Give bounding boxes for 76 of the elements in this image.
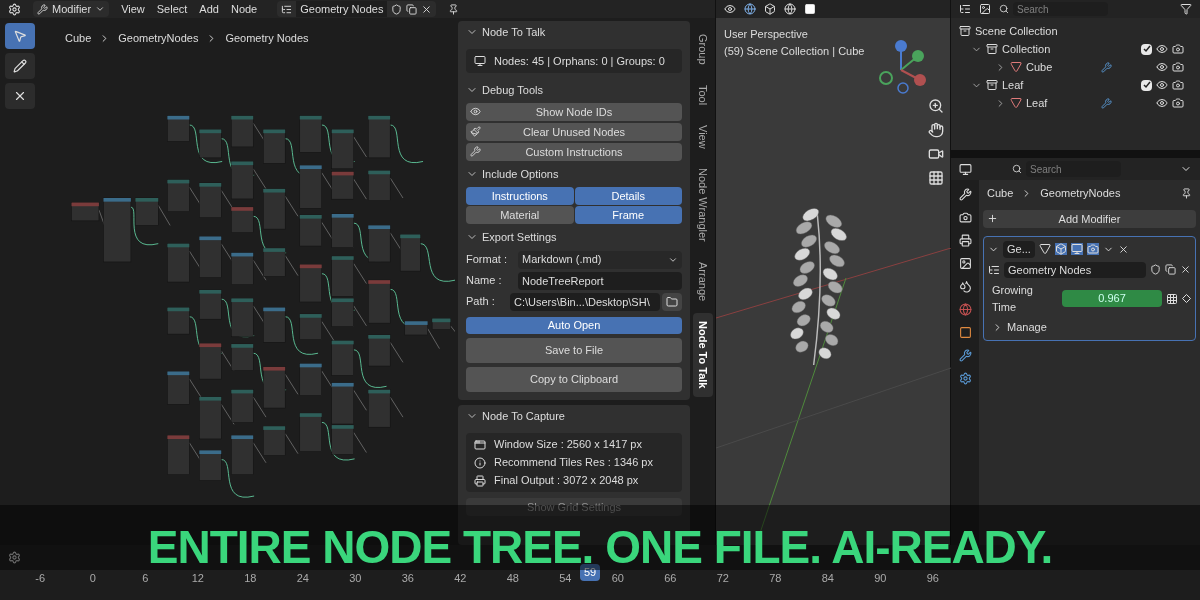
tool-button[interactable]: Custom Instructions bbox=[466, 143, 682, 161]
frame-tick: 12 bbox=[190, 571, 205, 586]
side-tab[interactable]: Group bbox=[692, 26, 713, 73]
breadcrumb-item[interactable]: Cube bbox=[987, 184, 1014, 202]
section-title[interactable]: Node To Talk bbox=[482, 23, 546, 41]
side-tab[interactable]: Tool bbox=[692, 76, 713, 113]
outliner-search-field[interactable]: Search bbox=[1013, 2, 1108, 16]
caption-text: ENTIRE NODE TREE. ONE FILE. AI-READY. bbox=[147, 527, 1053, 567]
frame-tick: 72 bbox=[715, 571, 730, 586]
action-button[interactable]: Copy to Clipboard bbox=[466, 367, 682, 392]
path-field[interactable]: C:\Users\Bin...\Desktop\SH\ bbox=[510, 292, 660, 311]
frame-tick: 24 bbox=[295, 571, 310, 586]
frame-tick: 36 bbox=[400, 571, 415, 586]
breadcrumb-item[interactable]: Cube bbox=[65, 30, 92, 47]
outliner-item[interactable]: Leaf bbox=[1026, 94, 1048, 112]
outliner-item[interactable]: Leaf bbox=[1002, 76, 1024, 94]
menu-item[interactable]: Node bbox=[230, 0, 258, 18]
frame-tick: -6 bbox=[34, 571, 47, 586]
frame-tick: 84 bbox=[820, 571, 835, 586]
breadcrumb-item[interactable]: GeometryNodes bbox=[118, 30, 199, 47]
frame-tick: 78 bbox=[768, 571, 783, 586]
field-label: Name : bbox=[466, 273, 503, 289]
info-text: Final Output : 3072 x 2048 px bbox=[494, 473, 639, 489]
input-label: Growing Time bbox=[991, 283, 1034, 315]
side-tab[interactable]: Arrange bbox=[692, 254, 713, 310]
menu-item[interactable]: Select bbox=[156, 0, 188, 18]
side-tab[interactable]: Node To Talk bbox=[692, 313, 713, 397]
option-toggle[interactable]: Instructions bbox=[466, 187, 574, 205]
frame-tick: 96 bbox=[925, 571, 940, 586]
option-toggle[interactable]: Material bbox=[466, 206, 574, 224]
info-text: Window Size : 2560 x 1417 px bbox=[494, 437, 642, 453]
breadcrumb-item[interactable]: Geometry Nodes bbox=[225, 30, 309, 47]
menu-item[interactable]: View bbox=[121, 0, 145, 18]
node-group-field[interactable]: Geometry Nodes bbox=[1004, 261, 1146, 278]
playhead[interactable]: 59 bbox=[580, 564, 601, 581]
frame-tick: 42 bbox=[453, 571, 468, 586]
action-button[interactable]: Save to File bbox=[466, 338, 682, 363]
frame-tick: 6 bbox=[141, 571, 150, 586]
add-modifier-button[interactable]: Add Modifier bbox=[983, 210, 1196, 228]
outliner-item[interactable]: Scene Collection bbox=[975, 22, 1058, 40]
section-title[interactable]: Debug Tools bbox=[482, 81, 543, 99]
frame-tick: 66 bbox=[663, 571, 678, 586]
value-field[interactable]: 0.967 bbox=[1062, 290, 1162, 307]
viewport-title: User Perspective bbox=[724, 27, 809, 42]
option-toggle[interactable]: Frame bbox=[574, 206, 682, 224]
menu-item[interactable]: Add bbox=[199, 0, 219, 18]
tool-button[interactable]: Show Node IDs bbox=[466, 103, 682, 121]
frame-tick: 18 bbox=[243, 571, 258, 586]
stats-text: Nodes: 45 | Orphans: 0 | Groups: 0 bbox=[494, 53, 665, 69]
field-label: Format : bbox=[466, 252, 508, 268]
name-field[interactable]: NodeTreeReport bbox=[518, 271, 682, 290]
frame-tick: 48 bbox=[505, 571, 520, 586]
node-tree-selector[interactable]: Geometry Nodes bbox=[277, 0, 437, 18]
viewport-subtitle: (59) Scene Collection | Cube bbox=[724, 43, 865, 59]
side-tab[interactable]: View bbox=[692, 116, 713, 157]
properties-search-field[interactable]: Search bbox=[1026, 161, 1121, 177]
tool-button[interactable]: Clear Unused Nodes bbox=[466, 123, 682, 141]
node-tree-name[interactable]: Geometry Nodes bbox=[296, 0, 388, 18]
field-label: Path : bbox=[466, 294, 496, 310]
section-title[interactable]: Node To Capture bbox=[482, 407, 565, 425]
outliner-item[interactable]: Cube bbox=[1026, 58, 1053, 76]
frame-tick: 0 bbox=[88, 571, 97, 586]
outliner-item[interactable]: Collection bbox=[1002, 40, 1051, 58]
editor-menu[interactable]: Modifier bbox=[33, 0, 110, 18]
section-title[interactable]: Include Options bbox=[482, 165, 559, 183]
frame-tick: 90 bbox=[873, 571, 888, 586]
option-toggle[interactable]: Details bbox=[574, 187, 682, 205]
frame-tick: 30 bbox=[348, 571, 363, 586]
breadcrumb-item[interactable]: GeometryNodes bbox=[1040, 184, 1121, 202]
auto-open-toggle[interactable]: Auto Open bbox=[466, 317, 682, 334]
side-tab[interactable]: Node Wrangler bbox=[692, 160, 713, 251]
panel-title[interactable]: Manage bbox=[1007, 319, 1047, 336]
info-text: Recommend Tiles Res : 1346 px bbox=[494, 455, 653, 471]
format-dropdown[interactable]: Markdown (.md) bbox=[518, 250, 682, 269]
section-title[interactable]: Export Settings bbox=[482, 228, 557, 246]
modifier-name[interactable]: Ge... bbox=[1003, 241, 1035, 258]
